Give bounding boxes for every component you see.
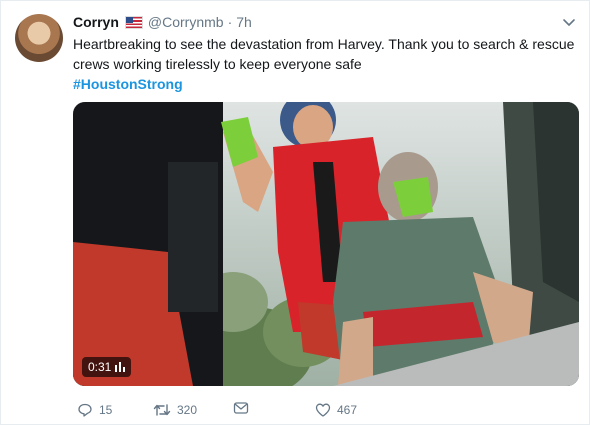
video-duration-badge: 0:31 <box>82 357 132 377</box>
tweet-card[interactable]: Corryn @Corrynmb · 7h Heartbreaking to s… <box>0 0 590 425</box>
reply-button[interactable]: 15 <box>77 400 112 420</box>
author-handle[interactable]: @Corrynmb <box>148 14 224 30</box>
like-button[interactable]: 467 <box>315 400 357 420</box>
retweet-count: 320 <box>177 403 198 417</box>
reply-count: 15 <box>99 403 113 417</box>
video-player[interactable]: 0:31 <box>73 102 579 386</box>
tweet-header: Corryn @Corrynmb · 7h <box>73 12 577 32</box>
reply-icon <box>78 403 92 417</box>
retweet-button[interactable]: 320 <box>153 400 197 420</box>
chevron-down-icon[interactable] <box>561 14 577 30</box>
video-frame <box>73 102 579 386</box>
heart-icon <box>315 403 331 417</box>
like-count: 467 <box>337 403 358 417</box>
author-name[interactable]: Corryn <box>73 14 119 30</box>
hashtag-link[interactable]: #HoustonStrong <box>73 74 183 94</box>
tweet-text: Heartbreaking to see the devastation fro… <box>73 36 575 72</box>
direct-message-button[interactable] <box>233 398 249 418</box>
avatar[interactable] <box>15 14 63 62</box>
tweet-actions: 15 320 467 <box>73 400 581 420</box>
direct-message-icon <box>233 402 249 414</box>
us-flag-icon <box>124 15 143 29</box>
tweet-timestamp[interactable]: 7h <box>236 14 252 30</box>
bar-chart-icon <box>115 362 126 372</box>
separator-dot: · <box>227 14 233 30</box>
video-duration: 0:31 <box>88 360 112 374</box>
retweet-icon <box>153 404 171 416</box>
